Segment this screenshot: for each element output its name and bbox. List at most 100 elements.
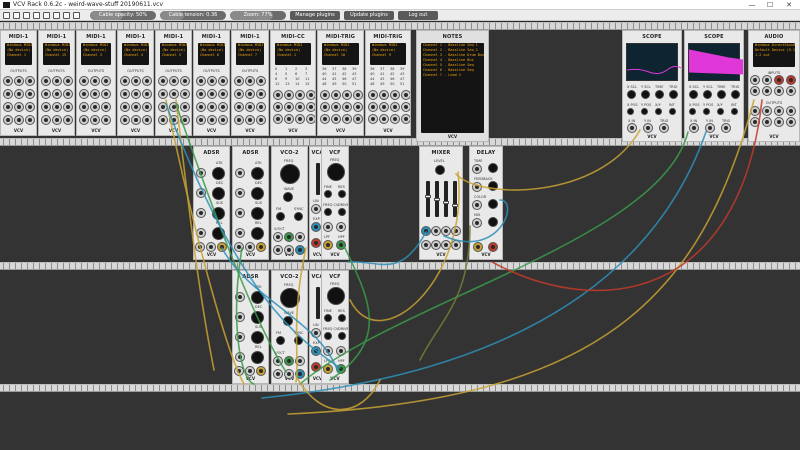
jack-port[interactable] xyxy=(207,243,215,251)
jack-port[interactable] xyxy=(337,347,345,355)
jack-port[interactable] xyxy=(102,90,110,98)
jack-port[interactable] xyxy=(181,77,189,85)
scope-module[interactable]: SCOPE VCV X SCL Y SCL TIME TRIG X POS Y POS X/Y I… xyxy=(622,30,682,142)
manage-plugins-button[interactable]: Manage plugins xyxy=(290,11,340,20)
jack-port[interactable] xyxy=(422,227,430,235)
maximize-button[interactable]: ☐ xyxy=(762,0,778,10)
minimize-button[interactable]: — xyxy=(744,0,760,10)
midi-module[interactable]: MIDI-1 VCV Windows MIDI (No device) Channel … xyxy=(76,30,116,136)
midi-module[interactable]: MIDI-1 VCV Windows MIDI (No device) Channel … xyxy=(155,30,192,136)
jack-port[interactable] xyxy=(285,370,293,378)
jack-port[interactable] xyxy=(80,103,88,111)
jack-port[interactable] xyxy=(312,363,320,371)
jack-port[interactable] xyxy=(4,103,12,111)
midi-module[interactable]: MIDI-TRIG VCV Windows MIDI (No device) Chann… xyxy=(365,30,411,136)
jack-port[interactable] xyxy=(219,103,227,111)
jack-port[interactable] xyxy=(285,91,293,99)
jack-port[interactable] xyxy=(246,243,254,251)
jack-port[interactable] xyxy=(197,169,205,177)
knob[interactable] xyxy=(280,288,300,308)
jack-port[interactable] xyxy=(763,107,771,115)
jack-port[interactable] xyxy=(332,115,340,123)
jack-port[interactable] xyxy=(235,77,243,85)
jack-port[interactable] xyxy=(15,103,23,111)
jack-port[interactable] xyxy=(337,241,345,249)
jack-port[interactable] xyxy=(343,91,351,99)
knob[interactable] xyxy=(338,190,346,198)
jack-port[interactable] xyxy=(775,107,783,115)
jack-port[interactable] xyxy=(274,115,282,123)
mixer-module[interactable]: MIXER VCV LEVEL xyxy=(419,146,463,260)
knob[interactable] xyxy=(488,217,498,227)
knob[interactable] xyxy=(324,332,332,340)
jack-port[interactable] xyxy=(64,103,72,111)
jack-port[interactable] xyxy=(15,116,23,124)
jack-port[interactable] xyxy=(42,103,50,111)
jack-port[interactable] xyxy=(722,124,730,132)
knob[interactable] xyxy=(251,227,264,240)
zoom-slider[interactable]: Zoom: 77% xyxy=(230,11,286,20)
jack-port[interactable] xyxy=(343,103,351,111)
jack-port[interactable] xyxy=(312,205,320,213)
knob[interactable] xyxy=(294,212,303,221)
knob[interactable] xyxy=(251,291,264,304)
jack-port[interactable] xyxy=(442,241,450,249)
knob[interactable] xyxy=(338,332,346,340)
jack-port[interactable] xyxy=(285,246,293,254)
channel-fader[interactable] xyxy=(425,181,431,217)
jack-port[interactable] xyxy=(208,103,216,111)
jack-port[interactable] xyxy=(235,90,243,98)
jack-port[interactable] xyxy=(26,116,34,124)
jack-port[interactable] xyxy=(452,227,460,235)
knob[interactable] xyxy=(212,167,225,180)
jack-port[interactable] xyxy=(285,103,293,111)
knob[interactable] xyxy=(324,314,332,322)
jack-port[interactable] xyxy=(391,115,399,123)
jack-port[interactable] xyxy=(775,87,783,95)
jack-port[interactable] xyxy=(236,229,244,237)
jack-port[interactable] xyxy=(235,103,243,111)
jack-port[interactable] xyxy=(402,91,410,99)
jack-port[interactable] xyxy=(257,77,265,85)
jack-port[interactable] xyxy=(442,227,450,235)
knob[interactable] xyxy=(283,316,293,326)
jack-port[interactable] xyxy=(324,365,332,373)
knob[interactable] xyxy=(338,314,346,322)
jack-port[interactable] xyxy=(354,103,362,111)
jack-port[interactable] xyxy=(102,116,110,124)
delay-module[interactable]: DELAY VCV TIME FEEDBACK COLOR MIX xyxy=(469,146,503,260)
cable-opacity-slider[interactable]: Cable opacity: 50% xyxy=(90,11,156,20)
jack-port[interactable] xyxy=(751,87,759,95)
jack-port[interactable] xyxy=(208,90,216,98)
jack-port[interactable] xyxy=(236,313,244,321)
jack-port[interactable] xyxy=(236,189,244,197)
jack-port[interactable] xyxy=(274,246,282,254)
knob[interactable] xyxy=(283,192,293,202)
jack-port[interactable] xyxy=(775,76,783,84)
adsr-module[interactable]: ADSR VCV ATK DEC SUS REL xyxy=(232,270,269,384)
jack-port[interactable] xyxy=(102,77,110,85)
jack-port[interactable] xyxy=(91,90,99,98)
knob[interactable] xyxy=(655,90,664,99)
jack-port[interactable] xyxy=(53,77,61,85)
jack-port[interactable] xyxy=(324,347,332,355)
jack-port[interactable] xyxy=(751,118,759,126)
jack-port[interactable] xyxy=(296,233,304,241)
jack-port[interactable] xyxy=(102,103,110,111)
jack-port[interactable] xyxy=(751,107,759,115)
jack-port[interactable] xyxy=(91,77,99,85)
knob[interactable] xyxy=(689,90,698,99)
jack-port[interactable] xyxy=(296,357,304,365)
jack-port[interactable] xyxy=(143,103,151,111)
jack-port[interactable] xyxy=(132,77,140,85)
jack-port[interactable] xyxy=(324,241,332,249)
knob[interactable] xyxy=(276,336,285,345)
jack-port[interactable] xyxy=(402,115,410,123)
jack-port[interactable] xyxy=(296,246,304,254)
jack-port[interactable] xyxy=(296,115,304,123)
jack-port[interactable] xyxy=(64,90,72,98)
midi-module[interactable]: MIDI-1 VCV Windows MIDI (No device) Channel … xyxy=(0,30,37,136)
audio-module[interactable]: AUDIO VCV Windows DirectSound Default Devic… xyxy=(748,30,800,142)
jack-port[interactable] xyxy=(42,116,50,124)
knob[interactable] xyxy=(641,108,648,115)
